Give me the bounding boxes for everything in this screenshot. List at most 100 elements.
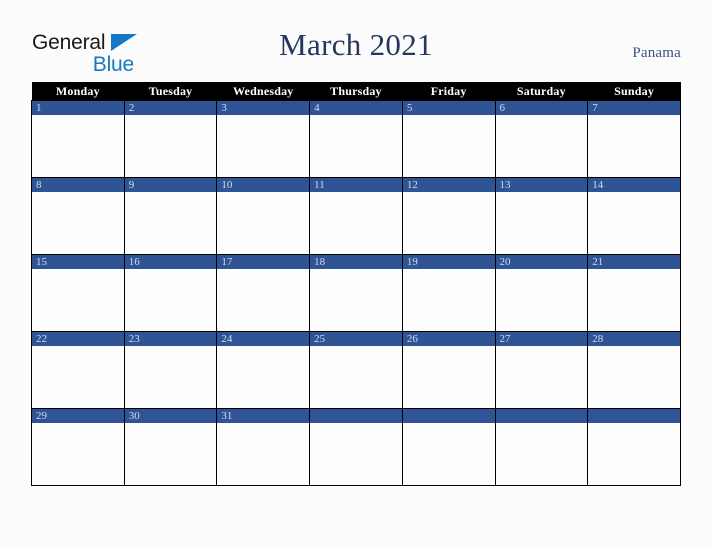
day-notes-area[interactable] bbox=[588, 269, 680, 331]
day-notes-area[interactable] bbox=[217, 192, 310, 254]
calendar-day-cell[interactable]: 25 bbox=[309, 331, 403, 409]
day-notes-area[interactable] bbox=[402, 346, 495, 408]
calendar-day-cell[interactable]: 11 bbox=[309, 177, 403, 255]
calendar-week-row: 22 23 24 25 26 27 28 bbox=[31, 331, 681, 409]
calendar-day-cell[interactable]: 22 bbox=[31, 331, 125, 409]
calendar-day-cell[interactable]: 19 bbox=[401, 254, 496, 332]
day-notes-area[interactable] bbox=[217, 346, 310, 408]
calendar-day-cell[interactable]: 17 bbox=[216, 254, 311, 332]
calendar-week-row: 1 2 3 4 5 6 7 bbox=[31, 100, 681, 178]
day-notes-area bbox=[310, 423, 402, 485]
day-notes-area[interactable] bbox=[124, 269, 217, 331]
day-number: 29 bbox=[32, 409, 124, 423]
calendar-day-cell[interactable]: 28 bbox=[587, 331, 681, 409]
calendar-day-cell[interactable]: 10 bbox=[216, 177, 311, 255]
calendar-day-cell[interactable]: 18 bbox=[309, 254, 403, 332]
calendar-day-cell[interactable]: 21 bbox=[587, 254, 681, 332]
day-number bbox=[588, 409, 680, 423]
day-notes-area[interactable] bbox=[124, 423, 217, 485]
day-notes-area[interactable] bbox=[402, 115, 495, 177]
day-notes-area[interactable] bbox=[32, 423, 124, 485]
day-number: 13 bbox=[495, 178, 588, 192]
calendar-day-cell[interactable]: 27 bbox=[494, 331, 589, 409]
calendar-day-cell[interactable]: 30 bbox=[123, 408, 218, 486]
day-notes-area[interactable] bbox=[310, 346, 402, 408]
day-notes-area[interactable] bbox=[217, 269, 310, 331]
calendar-day-cell[interactable]: 7 bbox=[587, 100, 681, 178]
day-notes-area[interactable] bbox=[217, 423, 310, 485]
day-notes-area[interactable] bbox=[124, 115, 217, 177]
day-number: 31 bbox=[217, 409, 310, 423]
day-notes-area[interactable] bbox=[217, 115, 310, 177]
calendar-week-row: 29 30 31 bbox=[31, 408, 681, 486]
day-of-week-tuesday: Tuesday bbox=[124, 82, 217, 101]
day-notes-area[interactable] bbox=[495, 269, 588, 331]
day-notes-area[interactable] bbox=[310, 269, 402, 331]
day-number: 27 bbox=[495, 332, 588, 346]
day-number: 25 bbox=[310, 332, 402, 346]
day-of-week-wednesday: Wednesday bbox=[216, 82, 310, 101]
calendar-day-cell[interactable]: 8 bbox=[31, 177, 125, 255]
day-notes-area[interactable] bbox=[32, 269, 124, 331]
day-notes-area[interactable] bbox=[32, 192, 124, 254]
day-notes-area[interactable] bbox=[124, 346, 217, 408]
day-notes-area[interactable] bbox=[588, 346, 680, 408]
day-notes-area[interactable] bbox=[495, 115, 588, 177]
day-notes-area[interactable] bbox=[588, 115, 680, 177]
calendar-day-cell-empty bbox=[401, 408, 496, 486]
day-number: 14 bbox=[588, 178, 680, 192]
day-notes-area[interactable] bbox=[402, 269, 495, 331]
day-number: 22 bbox=[32, 332, 124, 346]
day-notes-area[interactable] bbox=[495, 192, 588, 254]
day-number: 15 bbox=[32, 255, 124, 269]
calendar-day-cell[interactable]: 1 bbox=[31, 100, 125, 178]
calendar-day-cell-empty bbox=[587, 408, 681, 486]
calendar-day-cell[interactable]: 9 bbox=[123, 177, 218, 255]
day-number: 26 bbox=[402, 332, 495, 346]
day-notes-area bbox=[495, 423, 588, 485]
calendar-day-cell[interactable]: 12 bbox=[401, 177, 496, 255]
day-number: 24 bbox=[217, 332, 310, 346]
calendar-day-cell[interactable]: 2 bbox=[123, 100, 218, 178]
day-notes-area[interactable] bbox=[32, 115, 124, 177]
day-notes-area[interactable] bbox=[310, 192, 402, 254]
day-number: 8 bbox=[32, 178, 124, 192]
day-number: 5 bbox=[402, 101, 495, 115]
calendar-day-cell[interactable]: 15 bbox=[31, 254, 125, 332]
calendar-day-cell[interactable]: 16 bbox=[123, 254, 218, 332]
day-notes-area[interactable] bbox=[310, 115, 402, 177]
day-of-week-saturday: Saturday bbox=[495, 82, 588, 101]
calendar-day-cell[interactable]: 31 bbox=[216, 408, 311, 486]
calendar-day-cell-empty bbox=[494, 408, 589, 486]
page-header: General Blue March 2021 Panama bbox=[0, 0, 712, 82]
day-number: 20 bbox=[495, 255, 588, 269]
day-number: 23 bbox=[124, 332, 217, 346]
calendar-day-cell[interactable]: 6 bbox=[494, 100, 589, 178]
day-number: 21 bbox=[588, 255, 680, 269]
day-number: 11 bbox=[310, 178, 402, 192]
day-number: 9 bbox=[124, 178, 217, 192]
calendar-day-cell[interactable]: 3 bbox=[216, 100, 311, 178]
country-label: Panama bbox=[632, 45, 681, 61]
day-number: 2 bbox=[124, 101, 217, 115]
calendar-day-cell[interactable]: 23 bbox=[123, 331, 218, 409]
calendar-grid: Monday Tuesday Wednesday Thursday Friday… bbox=[31, 82, 681, 486]
day-notes-area[interactable] bbox=[588, 192, 680, 254]
calendar-day-cell[interactable]: 26 bbox=[401, 331, 496, 409]
day-notes-area[interactable] bbox=[495, 346, 588, 408]
calendar-day-cell[interactable]: 24 bbox=[216, 331, 311, 409]
day-number: 12 bbox=[402, 178, 495, 192]
calendar-day-cell[interactable]: 20 bbox=[494, 254, 589, 332]
day-notes-area[interactable] bbox=[124, 192, 217, 254]
calendar-day-cell[interactable]: 5 bbox=[401, 100, 496, 178]
page-title: March 2021 bbox=[279, 27, 433, 62]
calendar-week-row: 8 9 10 11 12 13 14 bbox=[31, 177, 681, 255]
calendar-day-cell[interactable]: 4 bbox=[309, 100, 403, 178]
calendar-day-cell[interactable]: 13 bbox=[494, 177, 589, 255]
day-number: 3 bbox=[217, 101, 310, 115]
calendar-day-cell[interactable]: 29 bbox=[31, 408, 125, 486]
day-notes-area[interactable] bbox=[32, 346, 124, 408]
day-of-week-sunday: Sunday bbox=[587, 82, 681, 101]
calendar-day-cell[interactable]: 14 bbox=[587, 177, 681, 255]
day-notes-area[interactable] bbox=[402, 192, 495, 254]
